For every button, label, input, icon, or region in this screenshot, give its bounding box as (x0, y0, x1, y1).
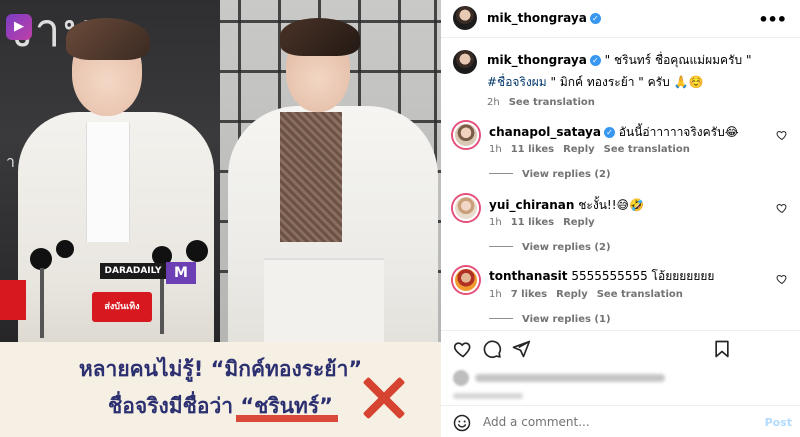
comment-text: อันนี้อ่าาาาาจริงครับ😂 (618, 125, 739, 139)
comment-meta: 1h 11 likes Reply (489, 217, 604, 228)
person-hair (66, 18, 150, 60)
post-header: mik_thongraya ✓ ••• (441, 0, 800, 38)
view-replies-button[interactable]: View replies (2) (489, 242, 611, 253)
media-tag-red: ส่งบันเทิง (92, 292, 152, 322)
comment-text: ชะงั้น!!😅🤣 (578, 198, 645, 212)
share-send-icon[interactable] (511, 339, 531, 359)
see-translation-link[interactable]: See translation (509, 97, 595, 108)
reply-button[interactable]: Reply (563, 144, 595, 155)
comment-username[interactable]: chanapol_sataya (489, 125, 601, 139)
reply-button[interactable]: Reply (563, 217, 595, 228)
comment-body: chanapol_sataya ✓ อันนี้อ่าาาาาจริงครับ😂 (489, 124, 769, 140)
person-pants (264, 258, 384, 342)
comment-time: 1h (489, 144, 502, 155)
view-replies-button[interactable]: View replies (1) (489, 314, 611, 325)
hashtag-link[interactable]: #ชื่อจริงผม (487, 75, 547, 89)
bookmark-icon[interactable] (712, 339, 732, 359)
person-hair (280, 18, 360, 56)
add-comment-input[interactable] (483, 412, 753, 432)
comment-likes[interactable]: 7 likes (511, 289, 547, 300)
emoji-icon[interactable] (453, 414, 471, 432)
caption-text: " ชรินทร์ ชื่อคุณแม่ผมครับ " (600, 53, 752, 67)
comment-text: 5555555555 โอ้ยยยยยยย (571, 269, 715, 283)
caption-username[interactable]: mik_thongraya (487, 53, 587, 67)
like-heart-icon[interactable] (453, 339, 473, 359)
see-translation-link[interactable]: See translation (604, 144, 690, 155)
post-date (453, 393, 523, 399)
media-tag-daradaily: DARADAILY (100, 263, 166, 279)
post-caption-line2: #ชื่อจริงผม " มิกค์ ทองระย้า " ครับ 🙏☺️ (487, 74, 787, 90)
comment-time: 1h (489, 289, 502, 300)
media-tag-m: M (166, 262, 196, 284)
comment-bar: Post (441, 405, 800, 437)
view-replies-button[interactable]: View replies (2) (489, 169, 611, 180)
comment-meta: 1h 7 likes Reply See translation (489, 289, 692, 300)
caption-text-2: " มิกค์ ทองระย้า " ครับ 🙏☺️ (546, 75, 704, 89)
backdrop-text-small: า (6, 152, 15, 171)
more-horizontal-icon[interactable]: ••• (758, 10, 787, 29)
verified-badge-icon: ✓ (589, 55, 601, 66)
avatar[interactable] (453, 50, 477, 74)
reply-button[interactable]: Reply (556, 289, 588, 300)
post-comment-button[interactable]: Post (765, 416, 792, 429)
x-mark-icon (360, 374, 408, 422)
photo-portrait (220, 0, 441, 342)
comment-likes[interactable]: 11 likes (511, 144, 554, 155)
comment-body: yui_chiranan ชะงั้น!!😅🤣 (489, 197, 769, 213)
media-tag (0, 280, 26, 320)
action-bar (441, 330, 800, 366)
post-side-panel: mik_thongraya ✓ ••• mik_thongraya ✓ " ชริน… (441, 0, 800, 437)
brand-logo-icon: ▶ (6, 14, 32, 40)
photo-press-conference: งามา า ▶ DARADAILY M ส่งบันเทิง (0, 0, 220, 342)
comment-time: 1h (489, 217, 502, 228)
microphone (56, 240, 74, 258)
person-shirt (86, 122, 130, 242)
username-text[interactable]: mik_thongraya (487, 11, 587, 25)
comment-meta: 1h 11 likes Reply See translation (489, 144, 699, 155)
heart-icon[interactable] (776, 129, 788, 141)
verified-badge-icon: ✓ (603, 127, 615, 138)
liked-by-avatar (453, 370, 469, 386)
verified-badge-icon: ✓ (589, 13, 601, 24)
comment-username[interactable]: yui_chiranan (489, 198, 574, 212)
comment-likes[interactable]: 11 likes (511, 217, 554, 228)
comment-body: tonthanasit 5555555555 โอ้ยยยยยยย (489, 268, 769, 284)
post-time: 2h (487, 97, 500, 108)
post-caption: mik_thongraya ✓ " ชรินทร์ ชื่อคุณแม่ผมครั… (487, 52, 787, 68)
liked-by-summary[interactable] (453, 370, 693, 386)
heart-icon[interactable] (776, 202, 788, 214)
comment-bubble-icon[interactable] (482, 339, 502, 359)
post-media[interactable]: งามา า ▶ DARADAILY M ส่งบันเทิง หลายคนไม… (0, 0, 441, 437)
microphone (30, 248, 52, 270)
liked-by-text (475, 374, 665, 382)
avatar[interactable] (453, 195, 479, 221)
post-meta: 2h See translation (487, 97, 604, 108)
media-caption-banner: หลายคนไม่รู้! “มิกค์ทองระย้า” ชื่อจริงมี… (0, 342, 441, 437)
avatar[interactable] (453, 122, 479, 148)
microphone-stand (40, 268, 44, 338)
caption-underline (236, 415, 338, 422)
avatar[interactable] (453, 267, 479, 293)
person-sweater (280, 112, 342, 242)
heart-icon[interactable] (776, 273, 788, 285)
microphone (186, 240, 208, 262)
comment-username[interactable]: tonthanasit (489, 269, 568, 283)
avatar[interactable] (453, 6, 477, 30)
header-username[interactable]: mik_thongraya ✓ (487, 11, 601, 25)
see-translation-link[interactable]: See translation (597, 289, 683, 300)
